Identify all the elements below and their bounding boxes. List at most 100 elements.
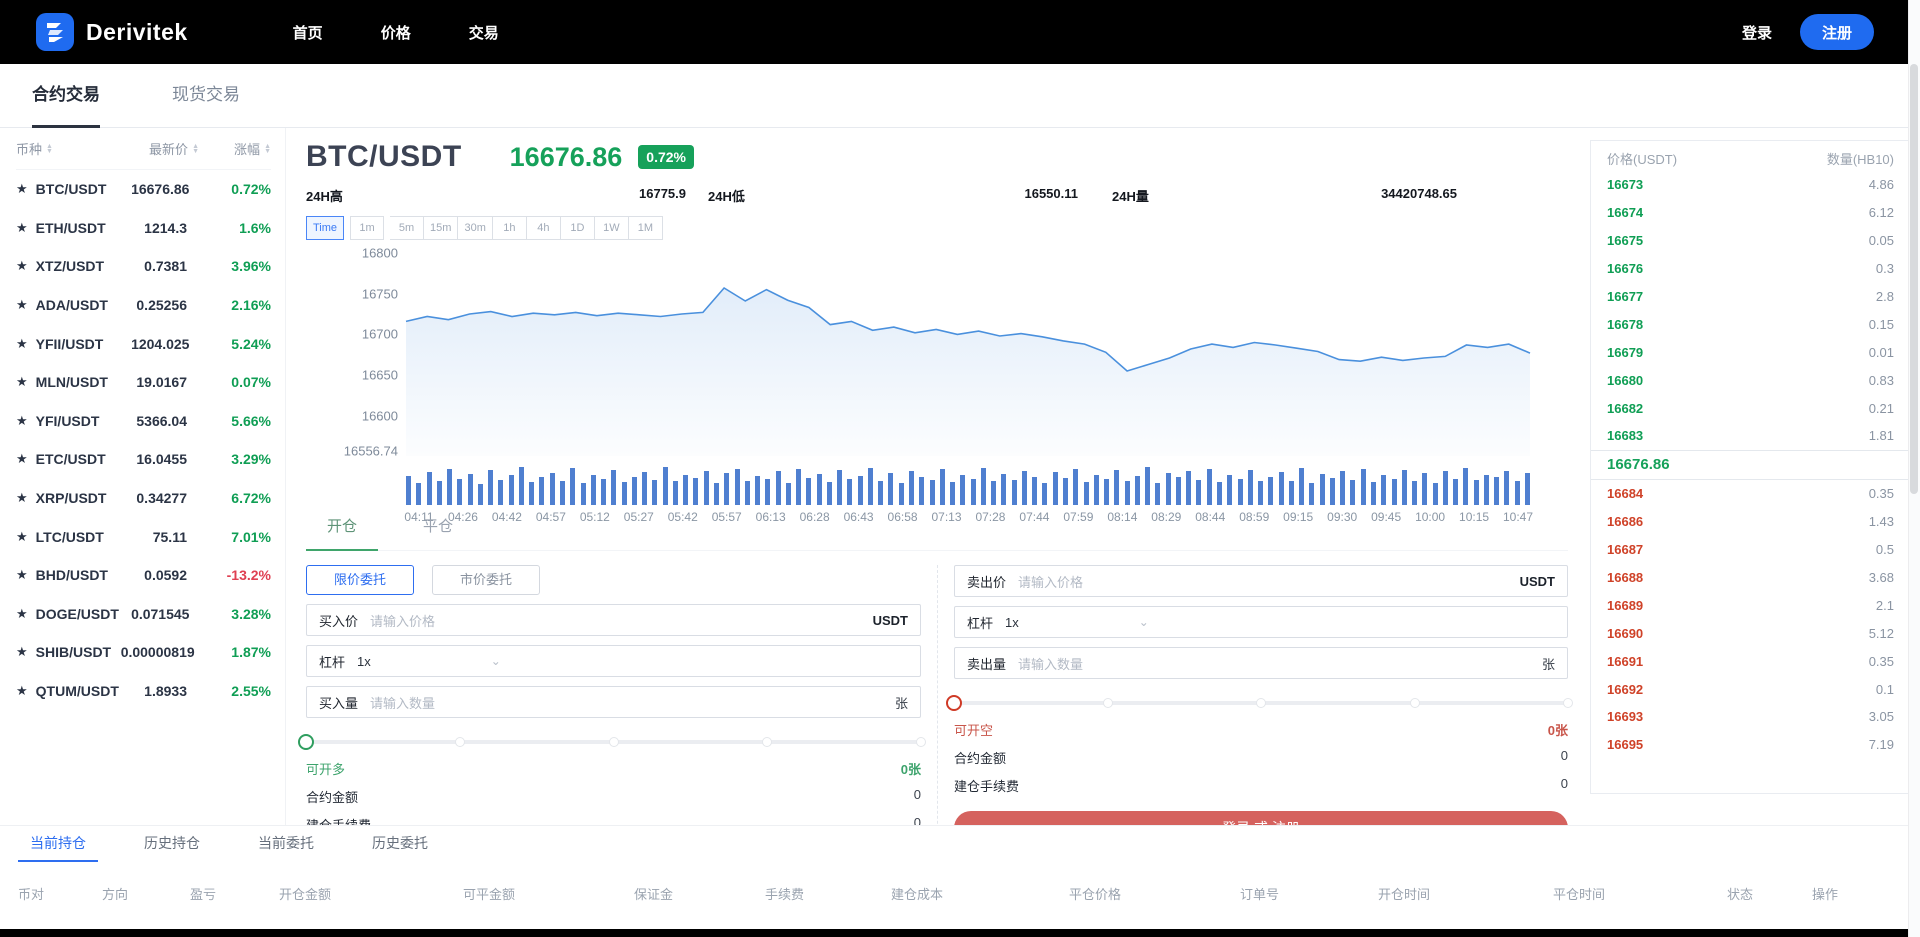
watchlist-row[interactable]: ★ BHD/USDT 0.0592 -13.2% (16, 556, 271, 595)
orderbook-row[interactable]: 16683 1.81 (1607, 422, 1894, 450)
star-icon[interactable]: ★ (16, 644, 28, 660)
watchlist-row[interactable]: ★ YFII/USDT 1204.025 5.24% (16, 324, 271, 363)
orderbook-row[interactable]: 16680 0.83 (1607, 366, 1894, 394)
watchlist-row[interactable]: ★ LTC/USDT 75.11 7.01% (16, 517, 271, 556)
nav-link-0[interactable]: 首页 (293, 22, 323, 43)
watchlist-row[interactable]: ★ BTC/USDT 16676.86 0.72% (16, 170, 271, 209)
pair-label: ADA/USDT (35, 297, 108, 314)
watchlist-row[interactable]: ★ ETC/USDT 16.0455 3.29% (16, 440, 271, 479)
watchlist-header-price[interactable]: 最新价 (149, 139, 188, 158)
nav-link-1[interactable]: 价格 (381, 22, 411, 43)
slider-handle[interactable] (946, 695, 962, 711)
sell-amount-slider[interactable] (946, 695, 1573, 711)
watchlist-row[interactable]: ★ DOGE/USDT 0.071545 3.28% (16, 595, 271, 634)
orderbook-row[interactable]: 16690 5.12 (1607, 619, 1894, 647)
sell-price-input[interactable]: 卖出价 请输入价格 USDT (954, 565, 1568, 597)
orderbook-row[interactable]: 16673 4.86 (1607, 171, 1894, 199)
orderbook-row[interactable]: 16686 1.43 (1607, 508, 1894, 536)
sort-icon[interactable]: ▲ ▼ (46, 143, 53, 155)
star-icon[interactable]: ★ (16, 490, 28, 506)
sell-leverage-select[interactable]: 杠杆 1x ⌄ (954, 606, 1568, 638)
star-icon[interactable]: ★ (16, 683, 28, 699)
star-icon[interactable]: ★ (16, 258, 28, 274)
interval-button-time[interactable]: Time (306, 216, 345, 240)
watchlist-row[interactable]: ★ SHIB/USDT 0.00000819 1.87% (16, 633, 271, 672)
star-icon[interactable]: ★ (16, 220, 28, 236)
interval-button-1m[interactable]: 1M (628, 216, 663, 240)
limit-order-button[interactable]: 限价委托 (306, 565, 414, 595)
interval-button-15m[interactable]: 15m (424, 216, 459, 240)
interval-button-1w[interactable]: 1W (594, 216, 629, 240)
watchlist-row[interactable]: ★ XRP/USDT 0.34277 6.72% (16, 479, 271, 518)
orderbook-price: 16680 (1607, 372, 1644, 388)
tab-open-position[interactable]: 开仓 (306, 515, 378, 551)
star-icon[interactable]: ★ (16, 413, 28, 429)
tab-spot-trading[interactable]: 现货交易 (172, 64, 240, 128)
interval-button-4h[interactable]: 4h (526, 216, 561, 240)
buy-price-input[interactable]: 买入价 请输入价格 USDT (306, 604, 921, 636)
pair-cell: ★ LTC/USDT (16, 529, 136, 545)
positions-tab-1[interactable]: 历史持仓 (144, 826, 200, 862)
orderbook-row[interactable]: 16695 7.19 (1607, 731, 1894, 759)
buy-amount-slider[interactable] (298, 734, 926, 750)
scrollbar-thumb[interactable] (1910, 64, 1918, 494)
interval-button-1m[interactable]: 1m (350, 216, 385, 240)
star-icon[interactable]: ★ (16, 606, 28, 622)
orderbook-row[interactable]: 16693 3.05 (1607, 703, 1894, 731)
star-icon[interactable]: ★ (16, 181, 28, 197)
market-order-button[interactable]: 市价委托 (432, 565, 540, 595)
positions-tab-0[interactable]: 当前持仓 (18, 826, 98, 862)
interval-button-5m[interactable]: 5m (390, 216, 425, 240)
slider-handle[interactable] (298, 734, 314, 750)
sort-icon[interactable]: ▲ ▼ (264, 143, 271, 155)
star-icon[interactable]: ★ (16, 567, 28, 583)
orderbook-row[interactable]: 16682 0.21 (1607, 394, 1894, 422)
star-icon[interactable]: ★ (16, 297, 28, 313)
orderbook-row[interactable]: 16679 0.01 (1607, 338, 1894, 366)
orderbook-amount: 1.43 (1868, 514, 1894, 530)
watchlist-row[interactable]: ★ ETH/USDT 1214.3 1.6% (16, 209, 271, 248)
watchlist-header-change[interactable]: 涨幅 (234, 139, 260, 158)
positions-tab-2[interactable]: 当前委托 (258, 826, 314, 862)
orderbook-row[interactable]: 16689 2.1 (1607, 591, 1894, 619)
orderbook-row[interactable]: 16688 3.68 (1607, 564, 1894, 592)
price-chart[interactable]: 16800 16750 16700 16650 16600 16556.74 04:11 04… (306, 244, 1568, 534)
orderbook-row[interactable]: 16677 2.8 (1607, 283, 1894, 311)
orderbook-row[interactable]: 16678 0.15 (1607, 310, 1894, 338)
star-icon[interactable]: ★ (16, 451, 28, 467)
star-icon[interactable]: ★ (16, 374, 28, 390)
orderbook-row[interactable]: 16674 6.12 (1607, 199, 1894, 227)
tab-contract-trading[interactable]: 合约交易 (32, 64, 100, 128)
positions-tab-3[interactable]: 历史委托 (372, 826, 428, 862)
register-button[interactable]: 注册 (1799, 14, 1874, 50)
interval-button-1h[interactable]: 1h (492, 216, 527, 240)
watchlist-header-coin[interactable]: 币种 (16, 139, 42, 158)
buy-leverage-select[interactable]: 杠杆 1x ⌄ (306, 645, 921, 677)
watchlist-row[interactable]: ★ YFI/USDT 5366.04 5.66% (16, 402, 271, 441)
sell-amount-input[interactable]: 卖出量 请输入数量 张 (954, 647, 1568, 679)
interval-button-1d[interactable]: 1D (560, 216, 595, 240)
watchlist-row[interactable]: ★ XTZ/USDT 0.7381 3.96% (16, 247, 271, 286)
watchlist-row[interactable]: ★ QTUM/USDT 1.8933 2.55% (16, 672, 271, 711)
brand-name[interactable]: Derivitek (86, 19, 188, 46)
brand-logo-icon[interactable] (36, 13, 74, 51)
sell-available-row: 可开空 0张 (954, 723, 1568, 738)
watchlist-row[interactable]: ★ ADA/USDT 0.25256 2.16% (16, 286, 271, 325)
page-scrollbar[interactable] (1908, 0, 1920, 937)
tab-close-position[interactable]: 平仓 (402, 515, 474, 550)
orderbook-row[interactable]: 16691 0.35 (1607, 647, 1894, 675)
star-icon[interactable]: ★ (16, 336, 28, 352)
watchlist-row[interactable]: ★ MLN/USDT 19.0167 0.07% (16, 363, 271, 402)
login-link[interactable]: 登录 (1742, 22, 1772, 43)
sort-icon[interactable]: ▲ ▼ (192, 143, 199, 155)
buy-amount-input[interactable]: 买入量 请输入数量 张 (306, 686, 921, 718)
star-icon[interactable]: ★ (16, 529, 28, 545)
nav-link-2[interactable]: 交易 (469, 22, 499, 43)
interval-button-30m[interactable]: 30m (458, 216, 493, 240)
orderbook-row[interactable]: 16684 0.35 (1607, 480, 1894, 508)
orderbook-row[interactable]: 16692 0.1 (1607, 675, 1894, 703)
orderbook-price-header: 价格(USDT) (1607, 151, 1678, 167)
orderbook-row[interactable]: 16675 0.05 (1607, 227, 1894, 255)
orderbook-row[interactable]: 16676 0.3 (1607, 255, 1894, 283)
orderbook-row[interactable]: 16687 0.5 (1607, 536, 1894, 564)
